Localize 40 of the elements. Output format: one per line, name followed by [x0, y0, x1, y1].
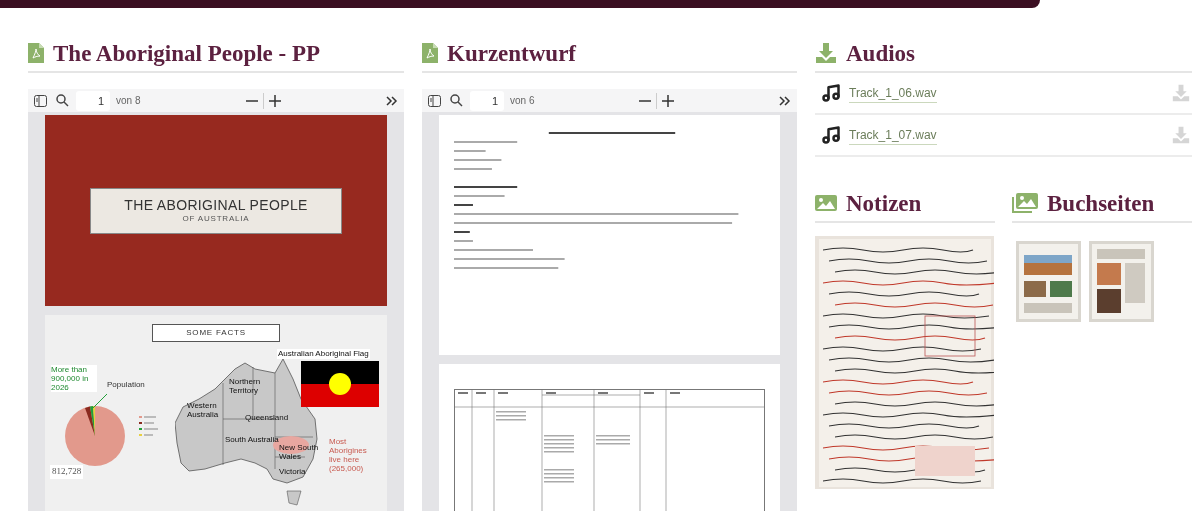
region-label: Victoria	[279, 467, 307, 476]
region-label: South Australia	[225, 435, 279, 444]
slide-subtitle: OF AUSTRALIA	[182, 215, 250, 223]
audio-file-link[interactable]: Track_1_07.wav	[849, 125, 937, 145]
images-icon	[1012, 193, 1038, 213]
region-label: Northern Territory	[229, 377, 262, 395]
audio-file-link[interactable]: Track_1_06.wav	[849, 83, 937, 103]
flag-label: Australian Aboriginal Flag	[277, 349, 370, 359]
slide-title: SOME FACTS	[152, 324, 280, 342]
sidebar-toggle-icon[interactable]	[428, 94, 441, 107]
more-tools-icon[interactable]	[779, 95, 791, 106]
page-number-field[interactable]: 1	[76, 90, 110, 111]
download-icon	[815, 42, 837, 64]
region-label: New South Wales	[279, 443, 319, 461]
section-title: Audios	[846, 41, 916, 65]
section-title: Buchseiten	[1047, 191, 1155, 215]
section-title: Notizen	[846, 191, 922, 215]
music-note-icon	[821, 125, 841, 145]
more-tools-icon[interactable]	[386, 95, 398, 106]
zoom-in-icon[interactable]	[662, 94, 675, 107]
population-total: 812,728	[50, 465, 84, 479]
pdf-file-icon	[28, 43, 44, 63]
search-icon[interactable]	[450, 94, 463, 107]
section-title: The Aboriginal People - PP	[53, 41, 321, 65]
page-count: von 8	[116, 94, 141, 108]
page-number-field[interactable]: 1	[470, 90, 504, 111]
chart-label: Population	[107, 379, 145, 391]
callout-text: More than 900,000 in 2026	[51, 365, 97, 392]
page-count: von 6	[510, 94, 535, 108]
search-icon[interactable]	[56, 94, 69, 107]
region-note: Most Aborigines live here (265,000)	[329, 437, 368, 473]
region-label: Queensland	[245, 413, 290, 422]
pdf-file-icon	[422, 43, 438, 63]
slide-title: THE ABORIGINAL PEOPLE	[124, 198, 308, 212]
image-icon	[815, 193, 837, 213]
region-label: Western Australia	[187, 401, 220, 419]
music-note-icon	[821, 83, 841, 103]
sidebar-toggle-icon[interactable]	[34, 94, 47, 107]
zoom-in-icon[interactable]	[268, 94, 281, 107]
section-title: Kurzentwurf	[447, 41, 577, 65]
